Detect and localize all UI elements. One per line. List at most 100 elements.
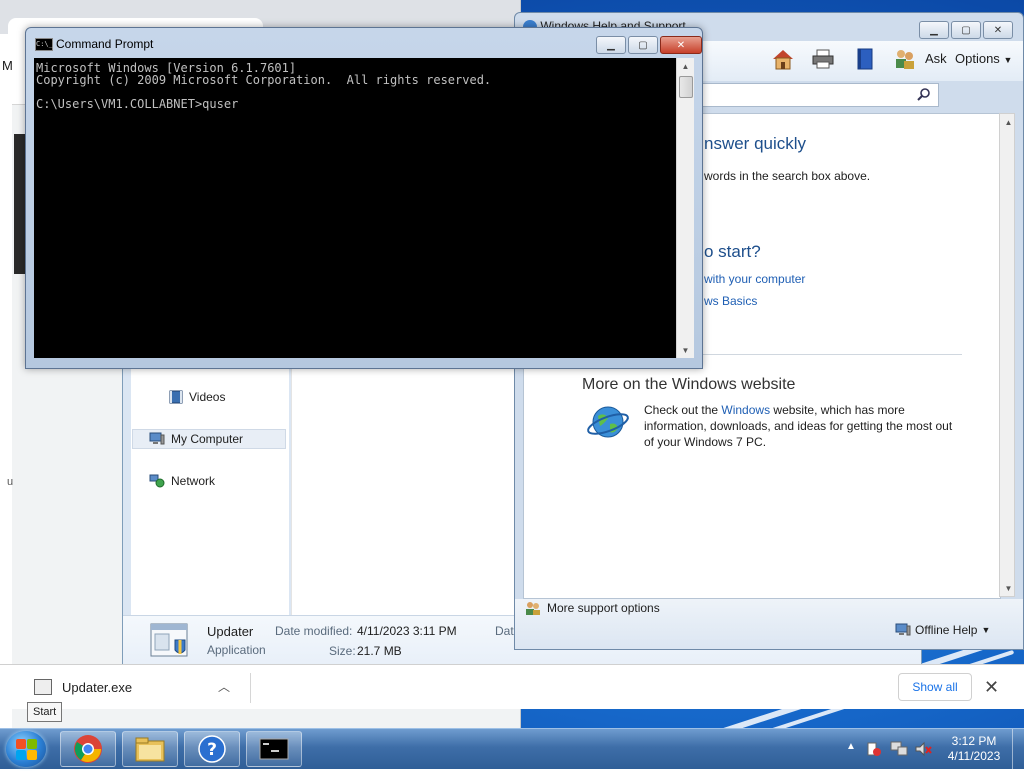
chrome-partial-text: M: [2, 58, 13, 73]
close-icon: ✕: [676, 39, 686, 51]
link-windows-website[interactable]: Windows: [721, 403, 770, 417]
chrome-partial-text-u: u: [7, 476, 14, 488]
printer-icon: [812, 49, 834, 69]
search-icon: [917, 88, 930, 101]
application-icon: [150, 623, 188, 657]
search-hint-text: words in the search box above.: [704, 169, 871, 183]
link-basics[interactable]: ws Basics: [704, 294, 757, 308]
maximize-button[interactable]: ▢: [951, 21, 981, 39]
home-icon: [773, 50, 793, 70]
computer-icon: [149, 432, 165, 445]
help-search-button[interactable]: [911, 83, 937, 105]
cmd-window-title: Command Prompt: [56, 37, 154, 51]
nav-item-label: My Computer: [171, 432, 244, 446]
heading-answer-quickly: nswer quickly: [704, 134, 807, 153]
svg-text:?: ?: [207, 740, 217, 760]
cmd-close-button[interactable]: ✕: [660, 36, 702, 54]
nav-item-label: Network: [171, 474, 216, 488]
size-value: 21.7 MB: [357, 644, 402, 658]
para-prefix: Check out the: [644, 403, 722, 417]
help-ask-button[interactable]: Ask: [925, 51, 947, 66]
taskbar-explorer-button[interactable]: [122, 731, 178, 767]
cmd-icon: C:\_: [35, 38, 53, 51]
scroll-up-icon[interactable]: ▲: [677, 58, 694, 74]
download-divider: [250, 673, 251, 703]
help-ask-icon-button[interactable]: [893, 47, 917, 71]
help-window-controls: ▁ ▢ ✕: [919, 21, 1013, 39]
offline-computer-icon: [895, 623, 911, 636]
more-support-label: More support options: [547, 601, 660, 615]
selected-file-name: Updater: [207, 624, 254, 639]
console-line: C:\Users\VM1.COLLABNET>quser: [36, 97, 239, 111]
download-file-name[interactable]: Updater.exe: [62, 680, 132, 695]
show-hidden-icons-icon[interactable]: ▲: [846, 741, 856, 752]
volume-muted-icon[interactable]: [914, 741, 932, 760]
minimize-button[interactable]: ▁: [919, 21, 949, 39]
nav-item-videos[interactable]: Videos: [169, 387, 225, 407]
minimize-icon: ▁: [930, 24, 938, 36]
more-support-options-button[interactable]: More support options: [525, 601, 660, 615]
taskbar: ? ▲ 3:12 PM 4/11/2023: [0, 728, 1024, 769]
start-tooltip: Start: [27, 702, 63, 722]
show-all-button[interactable]: Show all: [898, 673, 972, 701]
help-browse-button[interactable]: [853, 47, 877, 71]
explorer-nav-pane: Videos My Computer Network: [131, 365, 289, 615]
help-options-label: Options: [955, 51, 1000, 66]
console-text: Microsoft Windows [Version 6.1.7601] Cop…: [36, 62, 676, 110]
nav-item-network[interactable]: Network: [149, 471, 215, 491]
size-label: Size:: [329, 644, 356, 658]
nav-item-label: Videos: [189, 390, 226, 404]
action-center-icon[interactable]: [866, 741, 882, 760]
heading-more-on-website: More on the Windows website: [582, 376, 796, 393]
cmd-vertical-scrollbar[interactable]: ▲ ▼: [676, 58, 694, 358]
cmd-minimize-button[interactable]: ▁: [596, 36, 626, 54]
link-computer[interactable]: with your computer: [704, 272, 805, 286]
start-button[interactable]: [6, 731, 46, 767]
network-tray-icon[interactable]: [890, 741, 908, 760]
offline-help-button[interactable]: Offline Help ▼: [895, 623, 990, 637]
globe-icon: [587, 406, 629, 438]
taskbar-cmd-button[interactable]: [246, 731, 302, 767]
maximize-icon: ▢: [638, 39, 648, 51]
taskbar-help-button[interactable]: ?: [184, 731, 240, 767]
heading-where-to-start: o start?: [704, 242, 761, 261]
scroll-down-icon[interactable]: ▼: [1000, 580, 1017, 596]
cmd-maximize-button[interactable]: ▢: [628, 36, 658, 54]
scroll-up-icon[interactable]: ▲: [1000, 114, 1017, 130]
date-modified-label: Date modified:: [275, 624, 353, 638]
command-prompt-window: C:\_ Command Prompt ▁ ▢ ✕ Microsoft Wind…: [25, 27, 703, 369]
cmd-taskbar-icon: [259, 738, 289, 760]
help-vertical-scrollbar[interactable]: ▲ ▼: [999, 113, 1015, 597]
website-paragraph: Check out the Windows website, which has…: [644, 402, 954, 450]
cmd-window-controls: ▁ ▢ ✕: [596, 36, 702, 54]
windows-logo-icon: [16, 750, 26, 760]
cmd-title-bar[interactable]: C:\_ Command Prompt ▁ ▢ ✕: [26, 28, 702, 56]
help-options-button[interactable]: Options ▼: [955, 51, 1012, 66]
scroll-thumb[interactable]: [679, 76, 693, 98]
chevron-up-icon[interactable]: ︿: [218, 678, 230, 695]
chevron-down-icon: ▼: [981, 625, 991, 635]
close-download-bar-icon[interactable]: ✕: [984, 677, 999, 698]
video-folder-icon: [169, 390, 183, 404]
windows-logo-icon: [27, 750, 37, 760]
taskbar-clock[interactable]: 3:12 PM 4/11/2023: [942, 734, 1006, 764]
close-icon: ✕: [993, 24, 1003, 36]
close-button[interactable]: ✕: [983, 21, 1013, 39]
date-modified-value: 4/11/2023 3:11 PM: [357, 624, 457, 638]
download-bar: Updater.exe ︿ Show all ✕: [0, 664, 1024, 709]
chevron-down-icon: ▼: [1003, 55, 1013, 65]
windows-logo-icon: [16, 739, 26, 749]
taskbar-chrome-button[interactable]: [60, 731, 116, 767]
help-home-button[interactable]: [771, 47, 795, 71]
show-desktop-button[interactable]: [1012, 729, 1024, 769]
minimize-icon: ▁: [607, 39, 615, 51]
selected-file-type: Application: [207, 643, 266, 657]
cmd-console-output[interactable]: Microsoft Windows [Version 6.1.7601] Cop…: [34, 58, 676, 358]
help-print-button[interactable]: [811, 47, 835, 71]
scroll-down-icon[interactable]: ▼: [677, 342, 694, 358]
chrome-icon: [74, 735, 102, 763]
clock-time: 3:12 PM: [951, 734, 997, 748]
help-question-icon: ?: [198, 735, 226, 763]
nav-item-my-computer[interactable]: My Computer: [132, 429, 286, 449]
support-people-icon: [526, 602, 540, 615]
